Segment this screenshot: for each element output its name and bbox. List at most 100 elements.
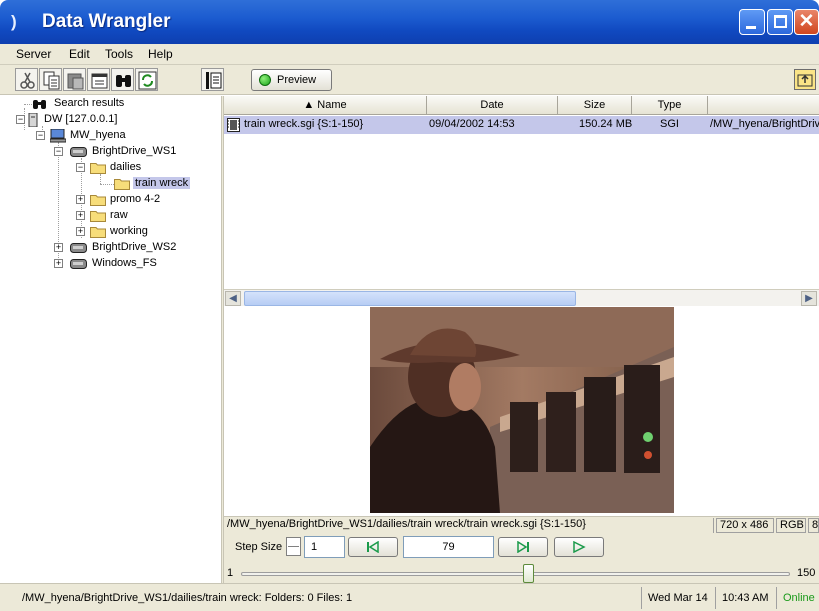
app-logo-icon: ) (11, 12, 17, 31)
tree-item-search-results[interactable]: Search results (32, 96, 212, 112)
paste-button[interactable] (63, 68, 86, 91)
horizontal-scrollbar[interactable]: ◀ ▶ (224, 289, 819, 306)
drive-icon (70, 243, 87, 253)
tree-label: promo 4-2 (110, 193, 161, 205)
first-frame-button[interactable] (348, 537, 398, 557)
close-button[interactable]: ✕ (794, 9, 819, 35)
tree-item-server[interactable]: − DW [127.0.0.1] (14, 112, 204, 128)
tree-label: MW_hyena (70, 129, 126, 141)
folder-icon (90, 195, 106, 206)
status-bar: /MW_hyena/BrightDrive_WS1/dailies/train … (0, 583, 819, 611)
status-time: 10:43 AM (715, 587, 774, 609)
frame-slider-thumb[interactable] (523, 564, 534, 583)
expand-icon[interactable]: + (76, 195, 85, 204)
cut-button[interactable] (15, 68, 38, 91)
slider-max-label: 150 (797, 567, 816, 579)
play-button[interactable] (554, 537, 604, 557)
tree-label: train wreck (133, 177, 191, 189)
preview-button[interactable]: Preview (251, 69, 332, 91)
table-row[interactable]: train wreck.sgi {S:1-150} 09/04/2002 14:… (224, 116, 819, 134)
up-folder-icon (797, 74, 813, 87)
collapse-icon[interactable]: − (54, 147, 63, 156)
close-icon: ✕ (798, 11, 815, 32)
expand-icon[interactable]: + (76, 227, 85, 236)
cell-date: 09/04/2002 14:53 (429, 118, 515, 130)
column-header-name[interactable]: ▲ Name (224, 96, 427, 115)
menu-server[interactable]: Server (16, 47, 51, 61)
playback-controls: Step Size 1 79 1 150 (224, 533, 819, 583)
preview-path: /MW_hyena/BrightDrive_WS1/dailies/train … (224, 518, 714, 533)
tree-label: dailies (110, 161, 142, 173)
copy-button[interactable] (39, 68, 62, 91)
step-size-spinner[interactable] (286, 537, 301, 556)
preview-button-label: Preview (277, 74, 317, 86)
collapse-icon[interactable]: − (36, 131, 45, 140)
tree-label: working (110, 225, 148, 237)
preview-pane (224, 306, 819, 516)
scroll-right-icon[interactable]: ▶ (801, 291, 817, 306)
folder-icon (90, 211, 106, 222)
menu-edit[interactable]: Edit (69, 47, 90, 61)
list-view-icon (206, 72, 222, 89)
search-button[interactable] (111, 68, 134, 91)
tree-label: Windows_FS (92, 257, 157, 269)
tree-item-ws1[interactable]: − BrightDrive_WS1 (50, 144, 220, 160)
play-icon (573, 541, 586, 553)
preview-info-bar: /MW_hyena/BrightDrive_WS1/dailies/train … (224, 516, 819, 533)
frame-slider-track[interactable] (241, 572, 790, 576)
tree-guide (100, 184, 114, 185)
window-title: Data Wrangler (42, 11, 171, 32)
menu-tools[interactable]: Tools (105, 47, 133, 61)
folder-icon (90, 227, 106, 238)
cell-name: train wreck.sgi {S:1-150} (244, 118, 364, 130)
tree-item-host[interactable]: − MW_hyena (32, 128, 202, 144)
list-view-button[interactable] (201, 68, 224, 91)
refresh-icon (138, 71, 157, 90)
tree-item-windows-fs[interactable]: + Windows_FS (50, 256, 220, 272)
menu-help[interactable]: Help (148, 47, 173, 61)
column-header-size[interactable]: Size (558, 96, 632, 115)
step-size-label: Step Size (235, 541, 283, 553)
maximize-button[interactable] (767, 9, 793, 35)
tree-item-train-wreck[interactable]: train wreck (114, 176, 209, 192)
scroll-left-icon[interactable]: ◀ (225, 291, 241, 306)
cut-icon (20, 72, 35, 89)
expand-icon[interactable]: + (54, 259, 63, 268)
folder-open-icon (90, 163, 106, 174)
step-size-input[interactable]: 1 (304, 536, 345, 558)
status-date: Wed Mar 14 (641, 587, 714, 609)
refresh-button[interactable] (135, 68, 158, 91)
preview-bit-depth: 8 (808, 518, 819, 533)
column-header-date[interactable]: Date (427, 96, 558, 115)
tree-item-ws2[interactable]: + BrightDrive_WS2 (50, 240, 220, 256)
collapse-icon[interactable]: − (76, 163, 85, 172)
tree-item-promo[interactable]: + promo 4-2 (72, 192, 212, 208)
preview-resolution: 720 x 486 (716, 518, 774, 533)
cell-type: SGI (660, 118, 679, 130)
skip-back-icon (367, 541, 379, 553)
status-path: /MW_hyena/BrightDrive_WS1/dailies/train … (22, 592, 353, 604)
properties-button[interactable] (87, 68, 110, 91)
last-frame-button[interactable] (498, 537, 548, 557)
preview-color-mode: RGB (776, 518, 806, 533)
tree-item-working[interactable]: + working (72, 224, 212, 240)
column-header-path[interactable] (708, 96, 819, 115)
tree-item-dailies[interactable]: − dailies (72, 160, 212, 176)
server-icon (28, 113, 38, 127)
up-folder-button[interactable] (794, 69, 816, 90)
expand-icon[interactable]: + (54, 243, 63, 252)
current-frame-input[interactable]: 79 (403, 536, 494, 558)
binoculars-icon (33, 100, 46, 109)
slider-min-label: 1 (227, 567, 234, 579)
expand-icon[interactable]: + (76, 211, 85, 220)
tree-label: raw (110, 209, 128, 221)
film-sequence-icon (227, 118, 240, 132)
minimize-button[interactable] (739, 9, 765, 35)
properties-icon (91, 73, 108, 89)
sort-ascending-icon: ▲ (303, 99, 315, 111)
drive-icon (70, 259, 87, 269)
tree-item-raw[interactable]: + raw (72, 208, 212, 224)
collapse-icon[interactable]: − (16, 115, 25, 124)
scrollbar-thumb[interactable] (244, 291, 576, 306)
column-header-type[interactable]: Type (632, 96, 708, 115)
